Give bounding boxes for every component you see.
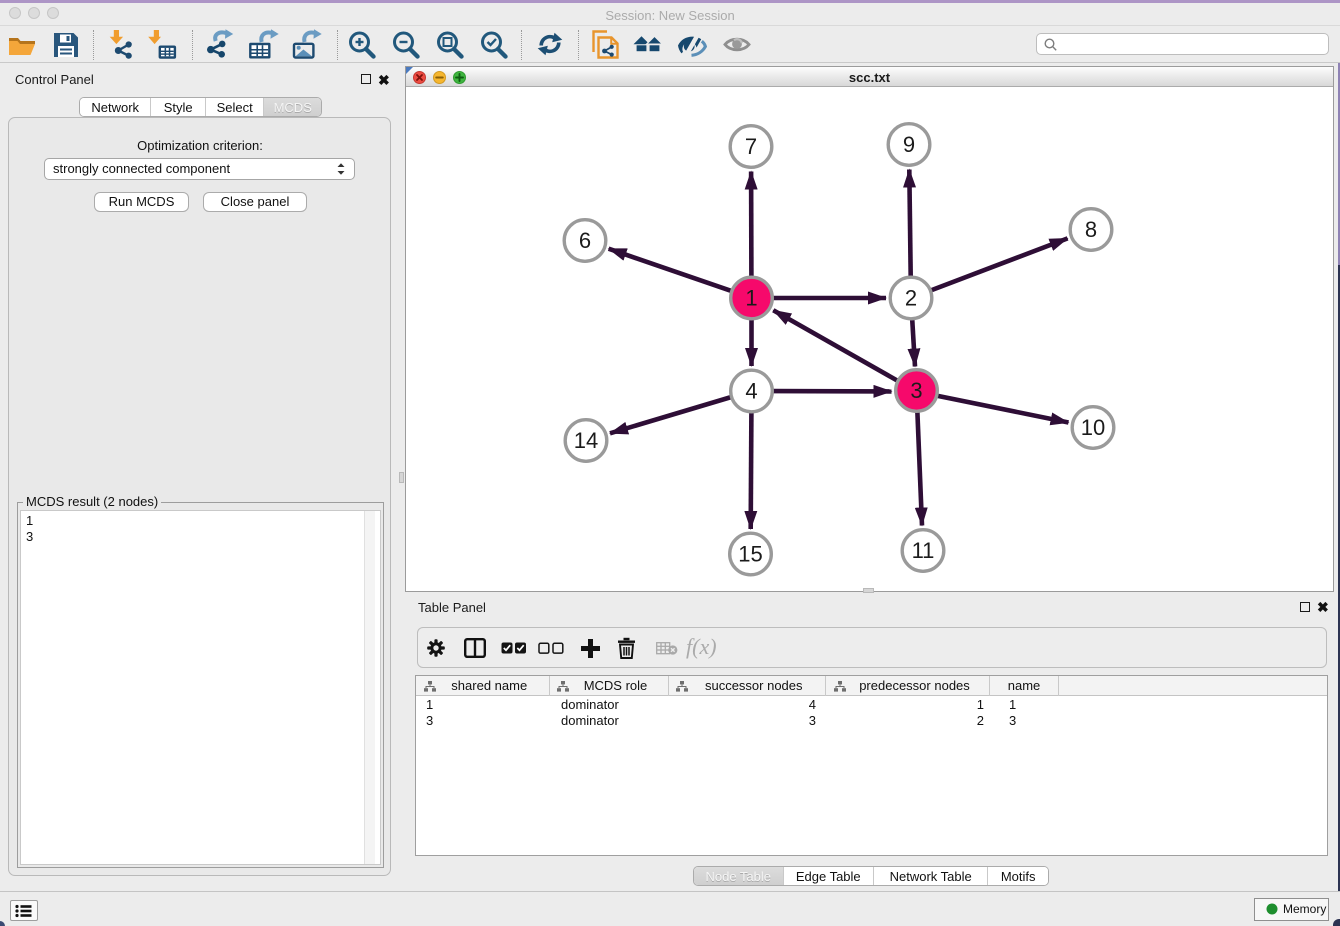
svg-text:4: 4 — [745, 379, 757, 404]
svg-text:8: 8 — [1085, 217, 1097, 242]
svg-text:3: 3 — [910, 378, 922, 403]
svg-text:1: 1 — [745, 286, 757, 311]
svg-text:7: 7 — [745, 134, 757, 159]
svg-text:14: 14 — [574, 428, 598, 453]
svg-text:10: 10 — [1081, 415, 1105, 440]
svg-text:11: 11 — [912, 538, 935, 563]
svg-text:15: 15 — [738, 542, 762, 567]
svg-text:9: 9 — [903, 132, 915, 157]
svg-text:6: 6 — [579, 228, 591, 253]
svg-text:2: 2 — [905, 286, 917, 311]
